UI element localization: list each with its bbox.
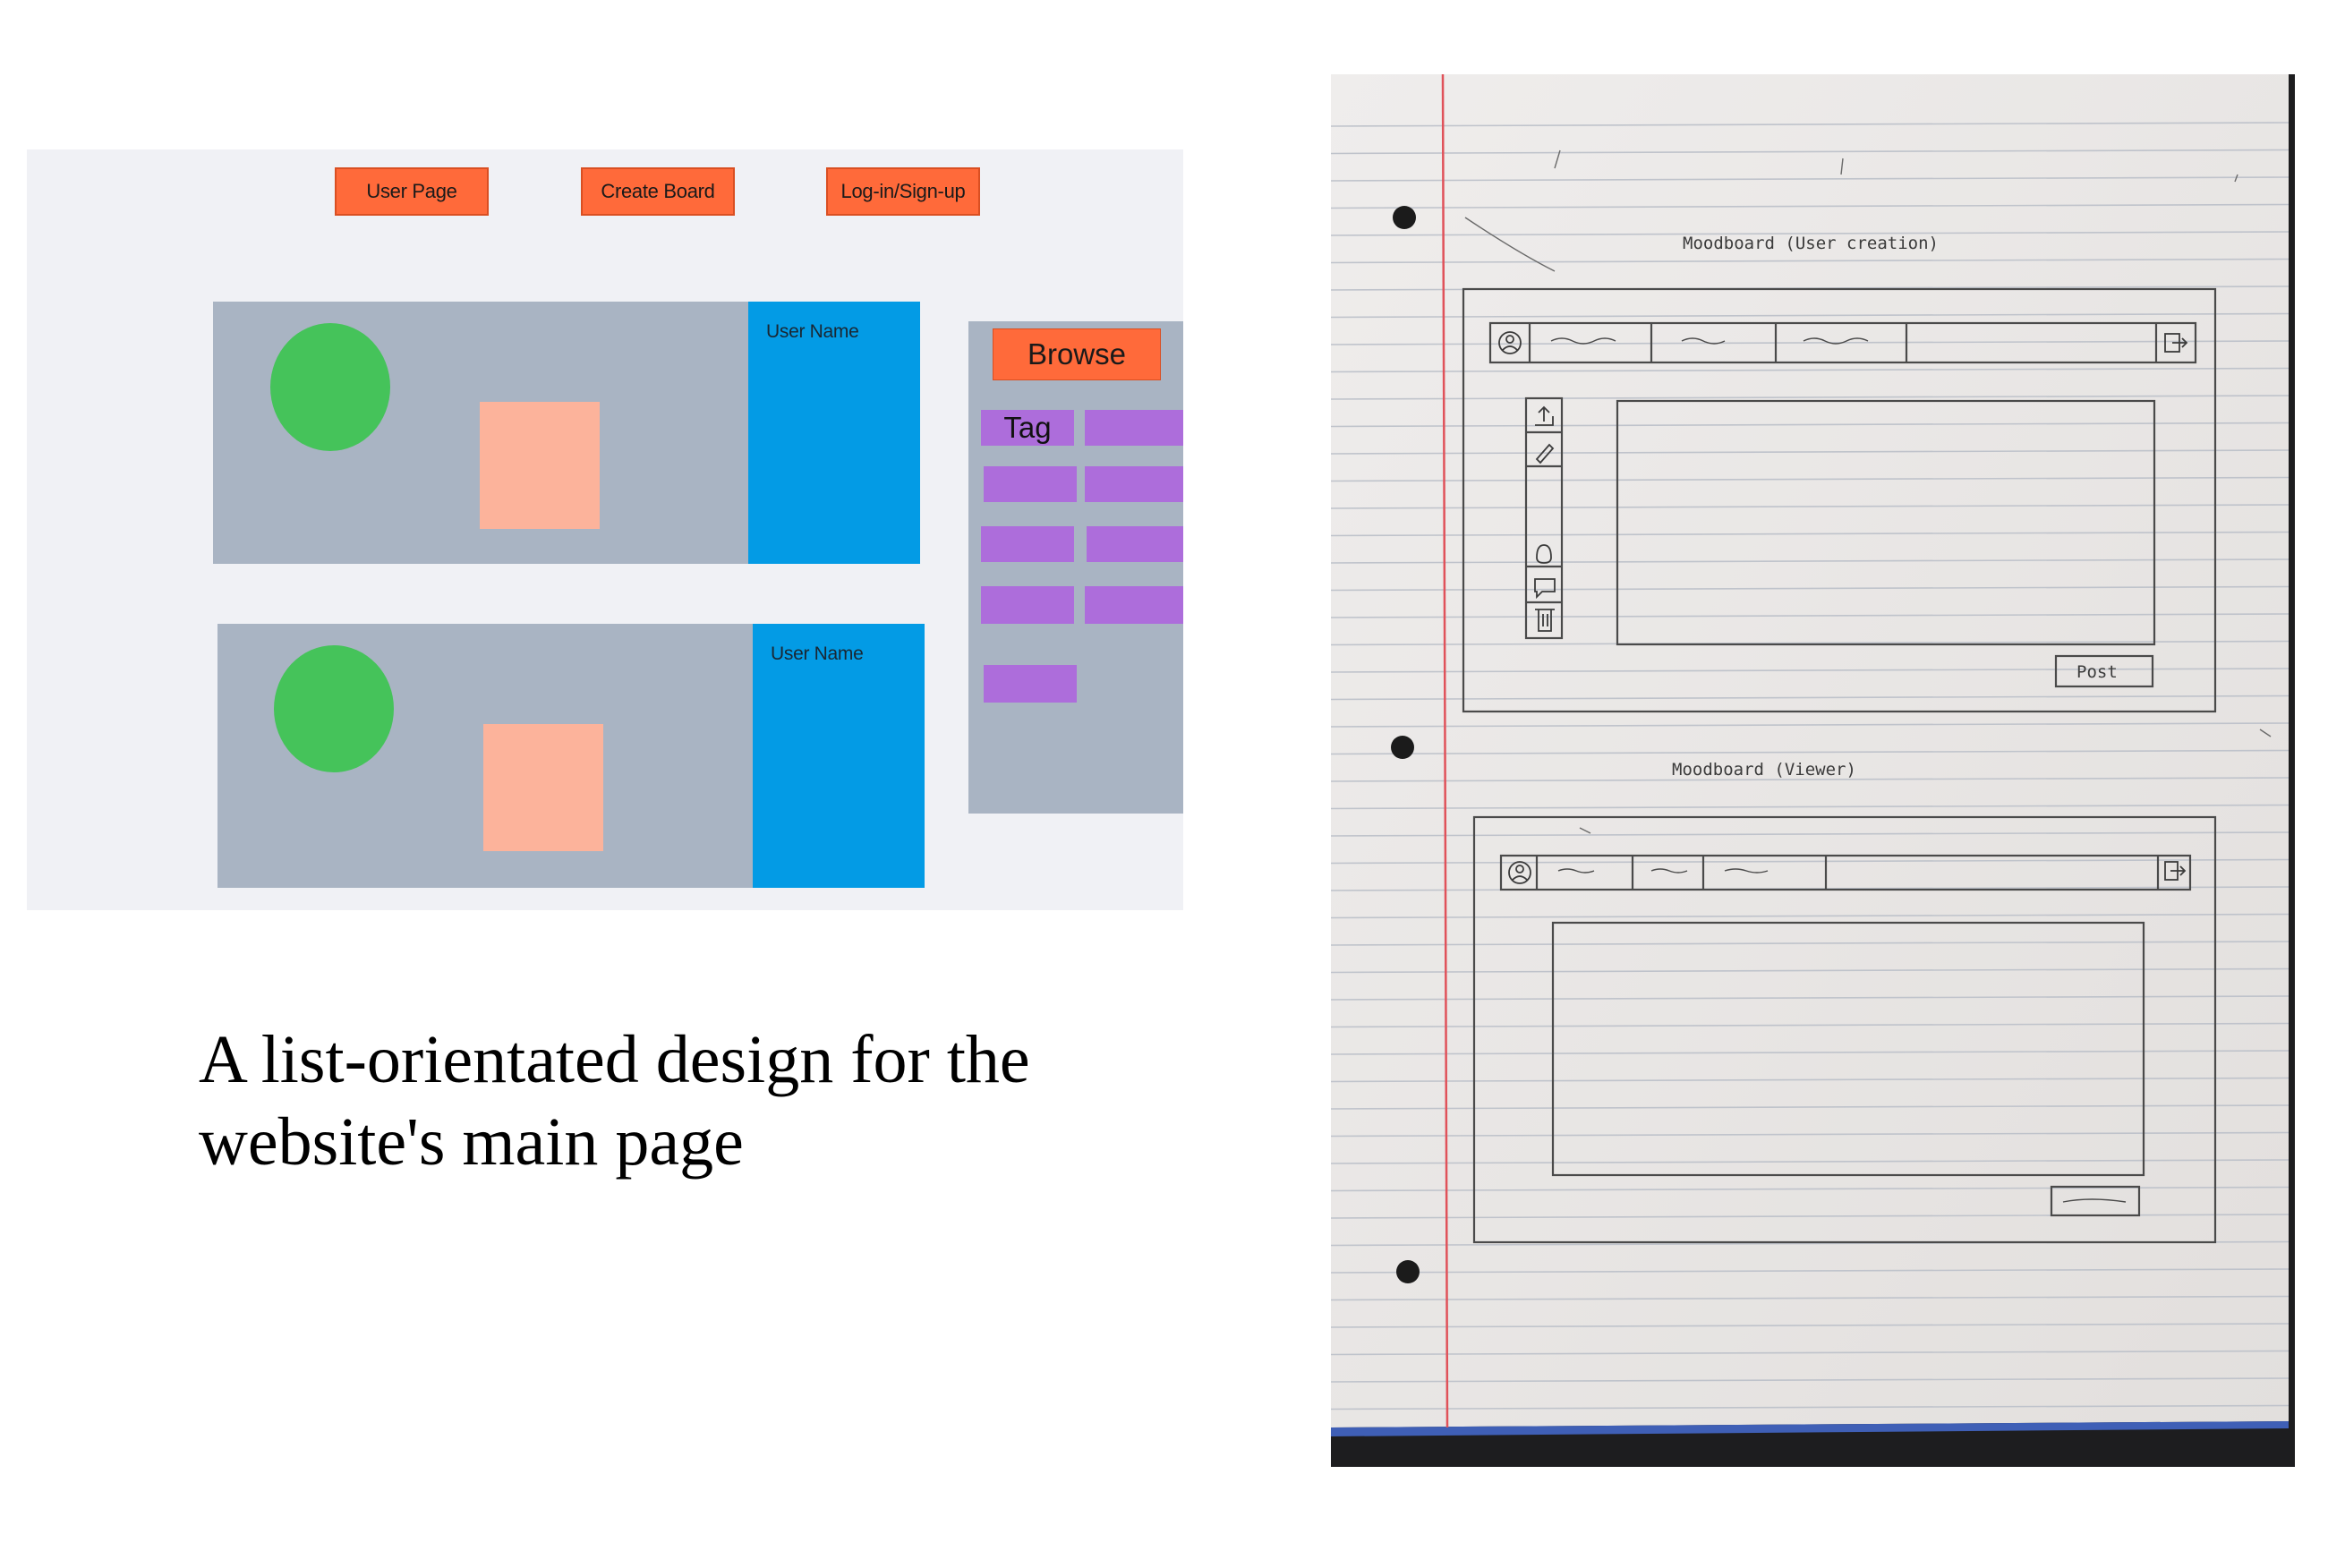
- tag-item[interactable]: [1085, 586, 1183, 624]
- user-page-button[interactable]: User Page: [335, 167, 489, 216]
- list-mockup: User Page Create Board Log-in/Sign-up Us…: [27, 149, 1183, 910]
- sketch-title-user: Moodboard (User creation): [1683, 234, 1939, 253]
- tag-item[interactable]: [981, 586, 1074, 624]
- tag-item[interactable]: [1085, 466, 1183, 502]
- tag-item[interactable]: [1085, 410, 1183, 446]
- tag-item[interactable]: [984, 665, 1077, 703]
- user-panel: User Name: [748, 302, 920, 564]
- post-thumbnail: [480, 402, 600, 529]
- sketch-title-viewer: Moodboard (Viewer): [1672, 760, 1856, 780]
- tag-item[interactable]: [981, 526, 1074, 562]
- user-name[interactable]: User Name: [766, 321, 859, 343]
- tag-item[interactable]: [984, 466, 1077, 502]
- browse-sidebar: Browse Tag: [968, 321, 1183, 814]
- post-card[interactable]: [217, 624, 755, 888]
- tag-label: Tag: [1003, 411, 1052, 444]
- tag-item[interactable]: Tag: [981, 410, 1074, 446]
- login-signup-button[interactable]: Log-in/Sign-up: [826, 167, 980, 216]
- post-thumbnail: [483, 724, 603, 851]
- create-board-button[interactable]: Create Board: [581, 167, 735, 216]
- caption: A list-orientated design for the website…: [199, 1022, 1030, 1180]
- avatar: [270, 323, 390, 451]
- sketch-post-label: Post: [2076, 662, 2118, 682]
- user-name[interactable]: User Name: [771, 643, 864, 665]
- sketch-photo: Moodboard (User creation) Post Moodboard…: [1331, 74, 2295, 1467]
- post-card[interactable]: [213, 302, 750, 564]
- tag-item[interactable]: [1087, 526, 1183, 562]
- browse-button[interactable]: Browse: [993, 328, 1161, 380]
- user-panel: User Name: [753, 624, 925, 888]
- avatar: [274, 645, 394, 772]
